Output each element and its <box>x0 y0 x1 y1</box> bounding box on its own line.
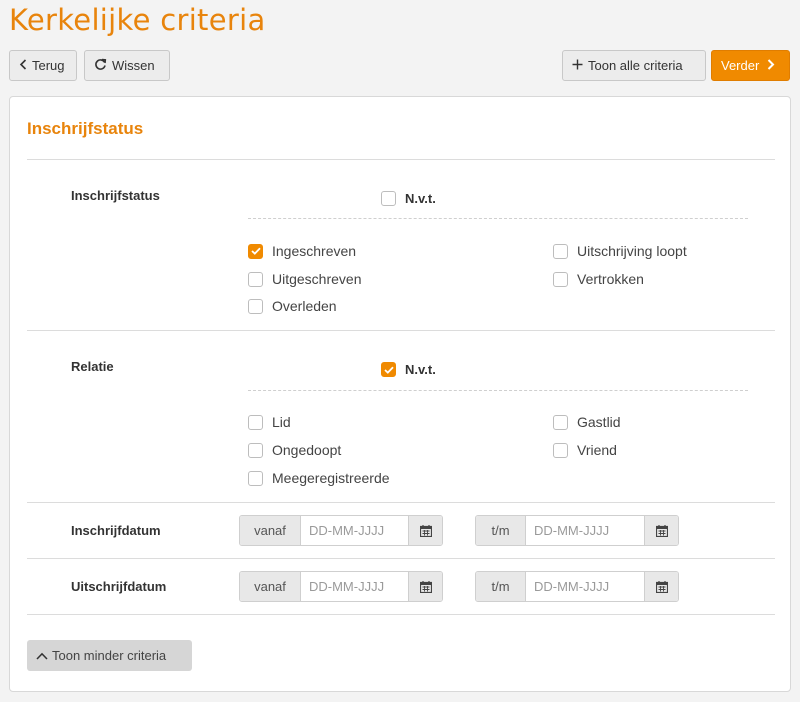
checkbox-box[interactable] <box>248 243 263 259</box>
back-button[interactable]: Terug <box>9 50 77 81</box>
uitschrijfdatum-from-group: vanaf <box>239 571 443 602</box>
clear-button-label: Wissen <box>112 58 155 73</box>
uitschrijving-loopt-checkbox[interactable]: Uitschrijving loopt <box>553 243 687 259</box>
chevron-left-icon <box>19 59 27 72</box>
inschrijfdatum-from-group: vanaf <box>239 515 443 546</box>
page-title: Kerkelijke criteria <box>9 3 266 37</box>
next-button-label: Verder <box>721 58 760 73</box>
checkbox-label: Uitschrijving loopt <box>577 243 687 259</box>
ongedoopt-checkbox[interactable]: Ongedoopt <box>248 442 341 458</box>
divider <box>27 502 775 503</box>
checkbox-label: Meegeregistreerde <box>272 470 390 486</box>
criteria-panel: Inschrijfstatus Inschrijfstatus N.v.t. I… <box>9 96 791 692</box>
checkbox-label: N.v.t. <box>405 191 436 206</box>
inschrijfdatum-to-group: t/m <box>475 515 679 546</box>
checkbox-box[interactable] <box>553 271 568 287</box>
show-all-criteria-label: Toon alle criteria <box>588 58 683 73</box>
show-fewer-criteria-label: Toon minder criteria <box>52 648 167 663</box>
plus-icon <box>572 59 583 72</box>
inschrijfdatum-label: Inschrijfdatum <box>71 523 161 538</box>
checkbox-box[interactable] <box>248 271 263 287</box>
to-addon: t/m <box>476 516 525 545</box>
inschrijfstatus-nvt-checkbox[interactable]: N.v.t. <box>381 191 436 206</box>
calendar-icon[interactable] <box>645 516 678 545</box>
divider <box>27 330 775 331</box>
checkbox-box[interactable] <box>248 414 263 430</box>
chevron-up-icon <box>36 648 48 663</box>
show-all-criteria-button[interactable]: Toon alle criteria <box>562 50 706 81</box>
to-addon: t/m <box>476 572 525 601</box>
checkbox-label: N.v.t. <box>405 362 436 377</box>
calendar-icon[interactable] <box>409 516 442 545</box>
checkbox-label: Overleden <box>272 298 337 314</box>
divider <box>27 614 775 615</box>
checkbox-box[interactable] <box>381 191 396 206</box>
divider <box>27 558 775 559</box>
refresh-icon <box>94 58 107 73</box>
inschrijfdatum-to-input[interactable] <box>525 516 645 545</box>
relatie-nvt-checkbox[interactable]: N.v.t. <box>381 362 436 377</box>
checkbox-label: Uitgeschreven <box>272 271 362 287</box>
checkbox-box[interactable] <box>553 414 568 430</box>
meegeregistreerde-checkbox[interactable]: Meegeregistreerde <box>248 470 390 486</box>
checkbox-label: Ingeschreven <box>272 243 357 259</box>
uitgeschreven-checkbox[interactable]: Uitgeschreven <box>248 271 362 287</box>
relatie-label: Relatie <box>71 359 114 374</box>
lid-checkbox[interactable]: Lid <box>248 414 291 430</box>
checkbox-box[interactable] <box>553 442 568 458</box>
checkbox-label: Vertrokken <box>577 271 644 287</box>
section-title: Inschrijfstatus <box>27 119 144 138</box>
overleden-checkbox[interactable]: Overleden <box>248 298 337 314</box>
vriend-checkbox[interactable]: Vriend <box>553 442 617 458</box>
checkbox-box[interactable] <box>553 243 568 259</box>
checkbox-label: Gastlid <box>577 414 621 430</box>
clear-button[interactable]: Wissen <box>84 50 170 81</box>
ingeschreven-checkbox[interactable]: Ingeschreven <box>248 243 356 259</box>
show-fewer-criteria-button[interactable]: Toon minder criteria <box>27 640 192 671</box>
next-button[interactable]: Verder <box>711 50 790 81</box>
from-addon: vanaf <box>240 572 300 601</box>
back-button-label: Terug <box>32 58 65 73</box>
checkbox-box[interactable] <box>248 298 263 314</box>
uitschrijfdatum-from-input[interactable] <box>300 572 409 601</box>
inschrijfdatum-from-input[interactable] <box>300 516 409 545</box>
checkbox-label: Lid <box>272 414 291 430</box>
uitschrijfdatum-label: Uitschrijfdatum <box>71 579 167 594</box>
vertrokken-checkbox[interactable]: Vertrokken <box>553 271 644 287</box>
calendar-icon[interactable] <box>645 572 678 601</box>
checkbox-label: Ongedoopt <box>272 442 342 458</box>
divider <box>27 159 775 160</box>
inschrijfstatus-label: Inschrijfstatus <box>71 188 160 203</box>
checkbox-box[interactable] <box>381 362 396 377</box>
calendar-icon[interactable] <box>409 572 442 601</box>
dashed-divider <box>248 218 748 219</box>
chevron-right-icon <box>767 59 775 72</box>
checkbox-box[interactable] <box>248 470 263 486</box>
gastlid-checkbox[interactable]: Gastlid <box>553 414 621 430</box>
checkbox-box[interactable] <box>248 442 263 458</box>
dashed-divider <box>248 390 748 391</box>
from-addon: vanaf <box>240 516 300 545</box>
checkbox-label: Vriend <box>577 442 617 458</box>
uitschrijfdatum-to-group: t/m <box>475 571 679 602</box>
uitschrijfdatum-to-input[interactable] <box>525 572 645 601</box>
